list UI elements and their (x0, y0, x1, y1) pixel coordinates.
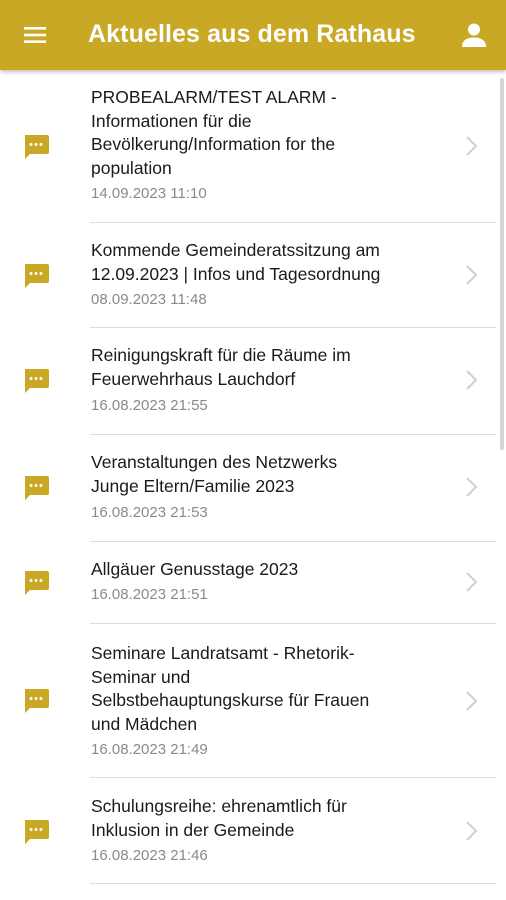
list-item-title: Reinigungskraft für die Räume im Feuerweh… (91, 344, 431, 391)
list-item-title-line: Veranstaltungen des Netzwerks (91, 452, 338, 472)
list-item-title-line: Inklusion in der Gemeinde (91, 819, 295, 840)
person-icon (462, 23, 486, 47)
list-item-title-line: Junge Eltern/Familie 2023 (91, 475, 295, 496)
list-item-title-line: Allgäuer Genusstage 2023 (91, 559, 299, 579)
list-item-title: Seminare Landratsamt - Rhetorik- Seminar … (91, 642, 431, 736)
list-item-title-line: Kommende Gemeinderatssitzung am (91, 240, 380, 260)
list-item-title-line: population (91, 157, 172, 178)
chevron-right-icon (462, 368, 480, 392)
list-item-title-line: Informationen für die (91, 110, 252, 131)
scrollbar[interactable] (500, 78, 504, 450)
chevron-right-icon (462, 689, 480, 713)
list-item-date: 16.08.2023 21:49 (91, 741, 208, 758)
list-item[interactable]: Schulungsreihe: ehrenamtlich für Inklusio… (0, 778, 506, 884)
profile-button[interactable] (456, 18, 492, 52)
list-item-date: 16.08.2023 21:55 (91, 397, 208, 414)
chat-bubble-icon (22, 819, 50, 845)
list-item-date: 16.08.2023 21:46 (91, 847, 208, 864)
chat-bubble-icon (22, 368, 50, 394)
list-item-title-line: und Mädchen (91, 713, 198, 734)
chat-bubble-icon (22, 475, 50, 501)
menu-button[interactable] (14, 18, 56, 52)
list-item-title-line: PROBEALARM/TEST ALARM - (91, 87, 337, 107)
list-item[interactable]: Seminare Landratsamt - Rhetorik- Seminar … (0, 624, 506, 778)
app-bar: Aktuelles aus dem Rathaus (0, 0, 506, 70)
list-item-title-line: Bevölkerung/Information for the (91, 134, 336, 154)
chat-bubble-icon (22, 263, 50, 289)
list-item[interactable]: Kommende Gemeinderatssitzung am 12.09.202… (0, 223, 506, 328)
list-item-date: 16.08.2023 21:51 (91, 586, 208, 603)
list-item-date: 08.09.2023 11:48 (91, 291, 207, 308)
list-item-title: PROBEALARM/TEST ALARM - Informationen für… (91, 86, 431, 180)
news-list: PROBEALARM/TEST ALARM - Informationen für… (0, 70, 506, 900)
list-item-title-line: 12.09.2023 | Infos und Tagesordnung (91, 263, 381, 284)
list-item-title-line: Schulungsreihe: ehrenamtlich für (91, 796, 347, 816)
list-item-date: 16.08.2023 21:53 (91, 504, 208, 521)
chat-bubble-icon (22, 688, 50, 714)
hamburger-menu-icon (24, 27, 46, 43)
chevron-right-icon (462, 570, 480, 594)
list-item-title-line: Feuerwehrhaus Lauchdorf (91, 368, 296, 389)
list-item-title: Kommende Gemeinderatssitzung am 12.09.202… (91, 239, 431, 286)
list-item-date: 14.09.2023 11:10 (91, 185, 207, 202)
list-item-title: Allgäuer Genusstage 2023 (91, 558, 431, 582)
list-item-title-line: Reinigungskraft für die Räume im (91, 345, 351, 365)
list-item-title-line: Seminar und (91, 666, 191, 687)
list-divider (90, 883, 496, 884)
chevron-right-icon (462, 263, 480, 287)
chevron-right-icon (462, 475, 480, 499)
list-item[interactable]: Reinigungskraft für die Räume im Feuerweh… (0, 328, 506, 435)
list-item-title: Veranstaltungen des Netzwerks Junge Elter… (91, 451, 431, 498)
chevron-right-icon (462, 819, 480, 843)
list-item[interactable]: PROBEALARM/TEST ALARM - Informationen für… (0, 70, 506, 223)
list-item-title-line: Selbstbehauptungskurse für Frauen (91, 690, 370, 710)
list-item-title-line: Seminare Landratsamt - Rhetorik- (91, 643, 355, 663)
page-title: Aktuelles aus dem Rathaus (88, 20, 416, 48)
chat-bubble-icon (22, 134, 50, 160)
list-item-title: Schulungsreihe: ehrenamtlich für Inklusio… (91, 795, 431, 842)
list-item[interactable]: Allgäuer Genusstage 2023 16.08.2023 21:51 (0, 542, 506, 624)
chevron-right-icon (462, 134, 480, 158)
chat-bubble-icon (22, 570, 50, 596)
list-item[interactable]: Veranstaltungen des Netzwerks Junge Elter… (0, 435, 506, 542)
